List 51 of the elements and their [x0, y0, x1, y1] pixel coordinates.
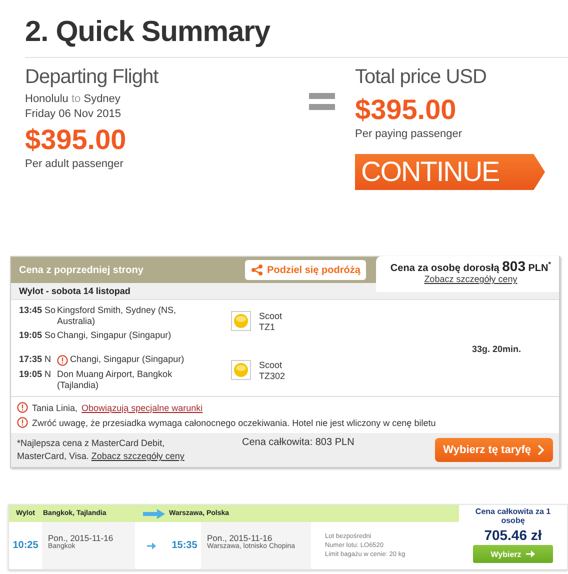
leg-time: 19:05 N — [19, 369, 52, 381]
leg-time: 17:35 N — [19, 354, 52, 366]
departure-time: 10:25 — [12, 540, 40, 551]
flight-price: $395.00 — [25, 124, 128, 156]
select-fare-button[interactable]: Wybierz tę taryfę — [435, 438, 553, 462]
price-details-link[interactable]: Zobacz szczegóły ceny — [91, 451, 184, 461]
airline-name: Scoot — [259, 360, 284, 371]
total-price: $395.00 — [355, 94, 456, 126]
flight-number: TZ302 — [259, 371, 286, 382]
select-button[interactable]: Wybierz — [473, 545, 553, 563]
airline-logo-icon — [231, 360, 251, 380]
card-note: *Najlepsza cena z MasterCard Debit, MasterCard, Visa. Zobacz szczegóły ceny — [17, 437, 186, 463]
total-heading: Total price USD — [355, 66, 486, 89]
trip-duration: 33g. 20min. — [472, 344, 521, 354]
notice-text: Zwróć uwagę, że przesiadka wymaga całonocnego oczekiwania. Hotel nie jest wliczony w cenę biletu — [32, 418, 436, 428]
price-details-link[interactable]: Zobacz szczegóły ceny — [424, 274, 518, 284]
share-icon — [251, 264, 264, 276]
price-note: Per adult passenger — [25, 157, 124, 172]
continue-button[interactable]: CONTINUE — [355, 154, 545, 190]
airport-name: Kingsford Smith, Sydney (NS, Australia) — [57, 305, 178, 327]
conditions-link[interactable]: Obowiązują specjalne warunki — [82, 402, 203, 412]
arrow-right-icon — [147, 542, 156, 550]
price-note: Per paying passenger — [355, 127, 462, 142]
warning-icon — [17, 402, 28, 413]
card-title: Cena z poprzedniej strony — [19, 264, 144, 276]
section-title: 2. Quick Summary — [25, 16, 272, 49]
arrow-right-icon — [526, 550, 536, 558]
leg-time: 19:05 So — [19, 330, 57, 341]
arrow-right-icon — [143, 508, 165, 518]
warning-icon — [17, 417, 28, 428]
price-label: Cena całkowita za 1 osobę — [474, 507, 552, 525]
airline-logo-icon — [231, 311, 251, 331]
airport-name: Don Muang Airport, Bangkok (Tajlandia) — [57, 369, 174, 391]
departing-heading: Departing Flight — [25, 66, 160, 89]
notice-text: Tania Linia, — [32, 402, 78, 412]
route-text: Honolulu to Sydney — [25, 92, 122, 107]
chevron-right-icon — [537, 444, 545, 456]
equals-icon — [309, 93, 335, 111]
share-button[interactable]: Podziel się podróżą — [245, 260, 366, 280]
flight-number: TZ1 — [259, 322, 276, 333]
offer-price: 705.46 zł — [484, 527, 542, 543]
flight-date: Friday 06 Nov 2015 — [25, 107, 122, 122]
arrival-date: Pon., 2015-11-16 — [207, 533, 272, 543]
leg-time: 13:45 So — [19, 305, 57, 317]
total-price: Cena całkowita: 803 PLN — [241, 437, 356, 448]
airport-name: Changi, Singapur (Singapur) — [57, 330, 172, 341]
departure-date: Pon., 2015-11-16 — [48, 533, 114, 543]
airline-name: Scoot — [259, 311, 282, 322]
arrival-time: 15:35 — [170, 540, 198, 551]
airport-name: Changi, Singapur (Singapur) — [70, 354, 184, 365]
adult-price: Cena za osobę dorosłą 803 PLN$^{*}$ — [390, 258, 551, 274]
